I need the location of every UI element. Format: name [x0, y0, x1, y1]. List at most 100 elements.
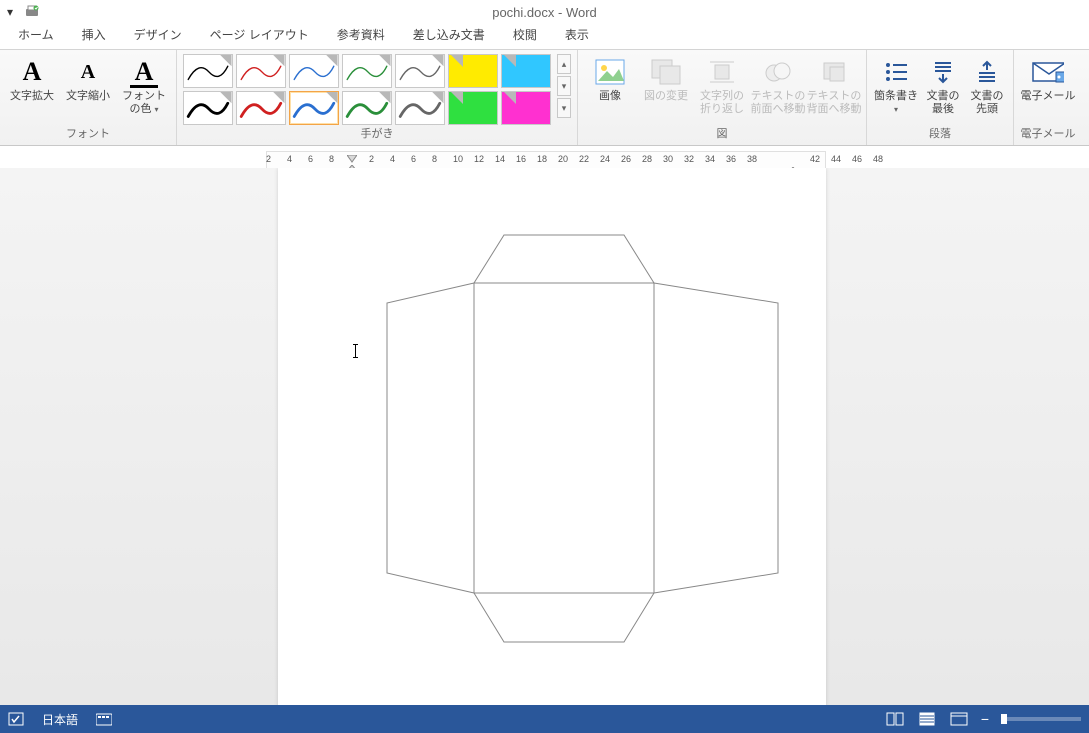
ruler-tick-label: 6 — [411, 154, 416, 164]
pen-gallery-nav: ▴ ▾ ▾ — [557, 54, 571, 118]
ruler-tick-label: 36 — [726, 154, 736, 164]
ruler-tick-label: 32 — [684, 154, 694, 164]
ruler-tick-label: 8 — [432, 154, 437, 164]
text-wrap-label: 文字列の 折り返し — [700, 90, 744, 116]
ruler-tick-label: 12 — [474, 154, 484, 164]
spellcheck-icon — [8, 712, 24, 726]
group-email-label: 電子メール — [1020, 125, 1076, 143]
ruler-tick-label: 2 — [266, 154, 271, 164]
status-spellcheck[interactable] — [8, 712, 24, 726]
text-cursor — [355, 344, 356, 358]
pen-swatch[interactable] — [448, 91, 498, 125]
zoom-slider[interactable] — [1001, 717, 1081, 721]
pen-swatch[interactable] — [289, 54, 339, 88]
bring-forward-icon — [762, 56, 794, 88]
pen-swatch[interactable] — [183, 91, 233, 125]
tab-review[interactable]: 校閲 — [499, 22, 551, 49]
group-paragraph-label: 段落 — [873, 125, 1007, 143]
email-icon — [1032, 56, 1064, 88]
ruler-tick-label: 14 — [495, 154, 505, 164]
bring-forward-button: テキストの 前面へ移動 — [752, 54, 804, 118]
view-read-mode[interactable] — [885, 710, 905, 728]
tab-home[interactable]: ホーム — [4, 22, 68, 49]
group-font: A 文字拡大 A 文字縮小 A フォントの色 ▾ フォント — [0, 50, 177, 145]
ruler-tick-label: 16 — [516, 154, 526, 164]
zoom-out[interactable]: − — [981, 711, 989, 727]
ruler-tick-label: 48 — [873, 154, 883, 164]
group-picture-label: 図 — [584, 125, 860, 143]
group-paragraph: 箇条書き▾ 文書の 最後 文書の 先頭 段落 — [867, 50, 1014, 145]
ribbon: A 文字拡大 A 文字縮小 A フォントの色 ▾ フォント ▴ ▾ ▾ 手がき — [0, 50, 1089, 146]
doc-start-button[interactable]: 文書の 先頭 — [967, 54, 1007, 118]
zoom-thumb[interactable] — [1001, 714, 1007, 724]
bring-forward-label: テキストの 前面へ移動 — [751, 90, 806, 116]
pen-swatch[interactable] — [236, 54, 286, 88]
pen-swatch[interactable] — [289, 91, 339, 125]
app-name: Word — [566, 5, 597, 20]
grow-font-label: 文字拡大 — [10, 90, 54, 103]
ruler-tick-label: 2 — [369, 154, 374, 164]
ruler-tick-label: 10 — [453, 154, 463, 164]
customize-qat-icon[interactable]: ▾ — [2, 4, 18, 20]
text-wrap-button: 文字列の 折り返し — [696, 54, 748, 118]
pen-swatch[interactable] — [501, 54, 551, 88]
tab-design[interactable]: デザイン — [120, 22, 196, 49]
quick-access-toolbar: ▾ pochi.docx - Word — [0, 0, 1089, 24]
insert-picture-label: 画像 — [599, 90, 621, 103]
document-canvas[interactable] — [0, 168, 1089, 705]
dropdown-arrow-icon: ▾ — [894, 105, 898, 114]
pen-swatch[interactable] — [395, 91, 445, 125]
ruler-tick-label: 26 — [621, 154, 631, 164]
pen-swatch[interactable] — [448, 54, 498, 88]
page — [278, 168, 826, 705]
pen-swatch[interactable] — [236, 91, 286, 125]
pen-gallery — [183, 54, 551, 125]
font-color-swatch — [130, 85, 158, 88]
view-web-layout[interactable] — [949, 710, 969, 728]
input-mode-icon — [96, 712, 112, 726]
ruler-tick-label: 46 — [852, 154, 862, 164]
send-backward-label: テキストの 背面へ移動 — [807, 90, 862, 116]
group-pens: ▴ ▾ ▾ 手がき — [177, 50, 578, 145]
ruler-tick-label: 18 — [537, 154, 547, 164]
ruler-tick-label: 6 — [308, 154, 313, 164]
doc-end-icon — [927, 56, 959, 88]
quick-print-icon[interactable] — [24, 4, 40, 20]
doc-end-button[interactable]: 文書の 最後 — [923, 54, 963, 118]
pen-swatch[interactable] — [342, 54, 392, 88]
pen-scroll-down[interactable]: ▾ — [557, 76, 571, 96]
tab-references[interactable]: 参考資料 — [323, 22, 399, 49]
pen-swatch[interactable] — [395, 54, 445, 88]
pen-scroll-up[interactable]: ▴ — [557, 54, 571, 74]
pen-more[interactable]: ▾ — [557, 98, 571, 118]
tab-mailings[interactable]: 差し込み文書 — [399, 22, 499, 49]
group-font-label: フォント — [6, 125, 170, 143]
ribbon-tabs: ホーム 挿入 デザイン ページ レイアウト 参考資料 差し込み文書 校閲 表示 — [0, 24, 1089, 50]
font-color-label: フォントの色 — [122, 90, 166, 115]
pen-swatch[interactable] — [342, 91, 392, 125]
font-color-button[interactable]: A フォントの色 ▾ — [118, 54, 170, 118]
pen-swatch[interactable] — [501, 91, 551, 125]
change-picture-label: 図の変更 — [644, 90, 688, 103]
ruler-track: 8642246810121416182022242628303234363842… — [266, 151, 826, 169]
picture-icon — [594, 56, 626, 88]
view-print-layout[interactable] — [917, 710, 937, 728]
ruler-tick-label: 42 — [810, 154, 820, 164]
tab-insert[interactable]: 挿入 — [68, 22, 120, 49]
envelope-template-shape — [278, 168, 826, 705]
bullets-button[interactable]: 箇条書き▾ — [873, 54, 919, 118]
status-bar: 日本語 − — [0, 705, 1089, 733]
insert-picture-button[interactable]: 画像 — [584, 54, 636, 105]
tab-view[interactable]: 表示 — [551, 22, 603, 49]
grow-font-button[interactable]: A 文字拡大 — [6, 54, 58, 105]
group-email: 電子メール 電子メール — [1014, 50, 1082, 145]
group-picture: 画像 図の変更 文字列の 折り返し テキストの 前面へ移動 テキストの 背面へ移… — [578, 50, 867, 145]
status-input-mode[interactable] — [96, 712, 112, 726]
ruler-tick-label: 20 — [558, 154, 568, 164]
status-language[interactable]: 日本語 — [42, 711, 78, 728]
email-button[interactable]: 電子メール — [1020, 54, 1076, 105]
pen-swatch[interactable] — [183, 54, 233, 88]
shrink-font-button[interactable]: A 文字縮小 — [62, 54, 114, 105]
tab-page-layout[interactable]: ページ レイアウト — [196, 22, 323, 49]
first-line-indent-marker[interactable] — [347, 150, 357, 158]
